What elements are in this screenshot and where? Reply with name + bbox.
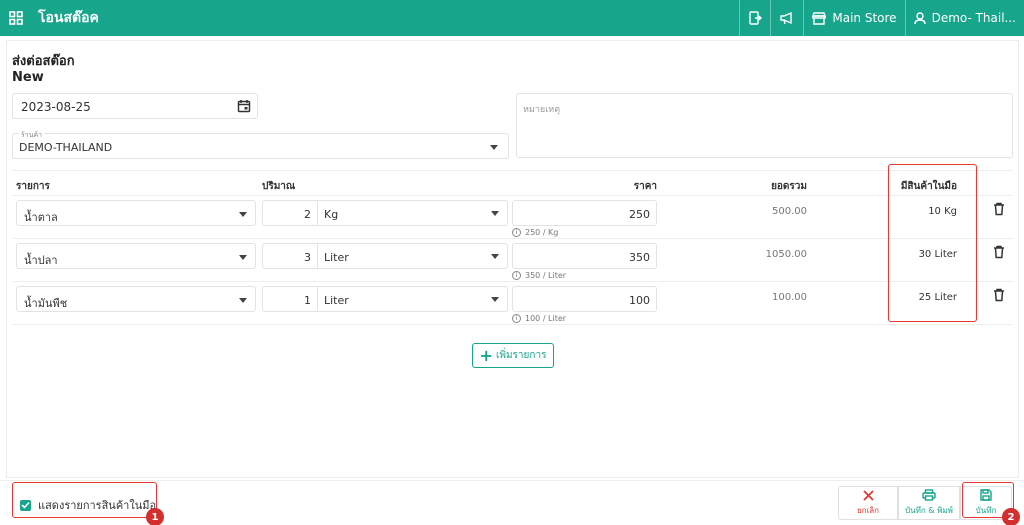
chevron-down-icon [239, 212, 247, 217]
item-name: น้ำตาล [24, 211, 58, 224]
qty-value: 2 [304, 208, 311, 221]
price-hint-text: 250 / Kg [525, 228, 559, 237]
info-icon: i [512, 271, 521, 280]
chevron-down-icon [239, 298, 247, 303]
exit-icon[interactable] [739, 0, 770, 36]
cancel-button[interactable]: ยกเลิก [838, 486, 898, 520]
price-value: 350 [629, 251, 650, 264]
price-hint-text: 100 / Liter [525, 314, 567, 323]
item-name: น้ำมันพืช [24, 297, 68, 310]
price-hint: i 250 / Kg [512, 228, 558, 237]
item-name: น้ำปลา [24, 254, 58, 267]
table-row: น้ำปลา 3 Liter 350 i 350 / Liter 1050.00 … [12, 239, 1013, 282]
col-item: รายการ [16, 181, 50, 192]
unit-value: Liter [324, 294, 349, 307]
plus-icon: + [479, 345, 493, 365]
shop-value: DEMO-THAILAND [19, 141, 113, 154]
price-hint-text: 350 / Liter [525, 271, 567, 280]
store-selector[interactable]: Main Store [803, 0, 904, 36]
price-hint: i 350 / Liter [512, 271, 566, 280]
qty-input[interactable]: 3 [262, 243, 318, 269]
shop-label: ร้านค้า [19, 130, 45, 141]
apps-grid-icon[interactable] [0, 0, 32, 36]
cancel-label: ยกเลิก [856, 505, 879, 515]
save-print-button[interactable]: บันทึก & พิมพ์ [898, 486, 960, 520]
table-header: รายการ ปริมาณ ราคา ยอดรวม มีสินค้าในมือ [12, 170, 1013, 196]
printer-icon [922, 489, 936, 501]
price-value: 250 [629, 208, 650, 221]
info-icon: i [512, 314, 521, 323]
item-select[interactable]: น้ำมันพืช [16, 286, 256, 312]
qty-value: 1 [304, 294, 311, 307]
shop-select[interactable]: ร้านค้า DEMO-THAILAND [12, 130, 509, 159]
onhand-highlight-box [888, 164, 977, 322]
unit-value: Kg [324, 208, 339, 221]
megaphone-icon[interactable] [770, 0, 803, 36]
qty-input[interactable]: 2 [262, 200, 318, 226]
store-icon [812, 11, 827, 25]
col-total: ยอดรวม [771, 181, 807, 192]
note-placeholder: หมายเหตุ [523, 105, 561, 115]
user-icon [913, 11, 926, 24]
annotation-badge: 2 [1002, 508, 1020, 525]
unit-select[interactable]: Liter [318, 286, 508, 312]
table-row: น้ำตาล 2 Kg 250 i 250 / Kg 500.00 10 Kg [12, 196, 1013, 239]
col-price: ราคา [633, 181, 657, 192]
chevron-down-icon [491, 297, 499, 302]
row-total: 500.00 [772, 206, 807, 217]
price-hint: i 100 / Liter [512, 314, 566, 323]
close-icon [862, 489, 874, 501]
info-icon: i [512, 228, 521, 237]
document-status: New [12, 70, 44, 85]
top-bar: โอนสต๊อค Main Store Demo- Thail... [0, 0, 1024, 36]
calendar-icon[interactable] [237, 99, 251, 116]
price-input[interactable]: 100 [512, 286, 657, 312]
price-input[interactable]: 350 [512, 243, 657, 269]
save-print-label: บันทึก & พิมพ์ [905, 506, 953, 515]
app-title: โอนสต๊อค [38, 10, 99, 26]
chevron-down-icon [491, 211, 499, 216]
col-qty: ปริมาณ [262, 181, 296, 192]
unit-value: Liter [324, 251, 349, 264]
row-total: 100.00 [772, 292, 807, 303]
trash-icon[interactable] [993, 202, 1005, 219]
chevron-down-icon [239, 255, 247, 260]
date-value: 2023-08-25 [21, 100, 91, 114]
trash-icon[interactable] [993, 245, 1005, 262]
annotation-badge: 1 [146, 508, 164, 525]
page-title: ส่งต่อสต๊อก [12, 54, 75, 69]
trash-icon[interactable] [993, 288, 1005, 305]
row-total: 1050.00 [765, 249, 807, 260]
qty-input[interactable]: 1 [262, 286, 318, 312]
unit-select[interactable]: Kg [318, 200, 508, 226]
table-row: น้ำมันพืช 1 Liter 100 i 100 / Liter 100.0… [12, 282, 1013, 325]
note-field[interactable]: หมายเหตุ [516, 93, 1013, 158]
checkbox-highlight-box [12, 482, 157, 518]
user-name: Demo- Thail... [931, 11, 1016, 25]
date-field[interactable]: 2023-08-25 [12, 93, 258, 119]
qty-value: 3 [304, 251, 311, 264]
item-select[interactable]: น้ำตาล [16, 200, 256, 226]
chevron-down-icon [491, 254, 499, 259]
add-item-label: เพิ่มรายการ [495, 350, 547, 361]
add-item-button[interactable]: + เพิ่มรายการ [472, 343, 554, 368]
price-input[interactable]: 250 [512, 200, 657, 226]
price-value: 100 [629, 294, 650, 307]
user-menu[interactable]: Demo- Thail... [904, 0, 1024, 36]
chevron-down-icon [490, 145, 498, 150]
store-name: Main Store [832, 11, 897, 25]
item-select[interactable]: น้ำปลา [16, 243, 256, 269]
unit-select[interactable]: Liter [318, 243, 508, 269]
